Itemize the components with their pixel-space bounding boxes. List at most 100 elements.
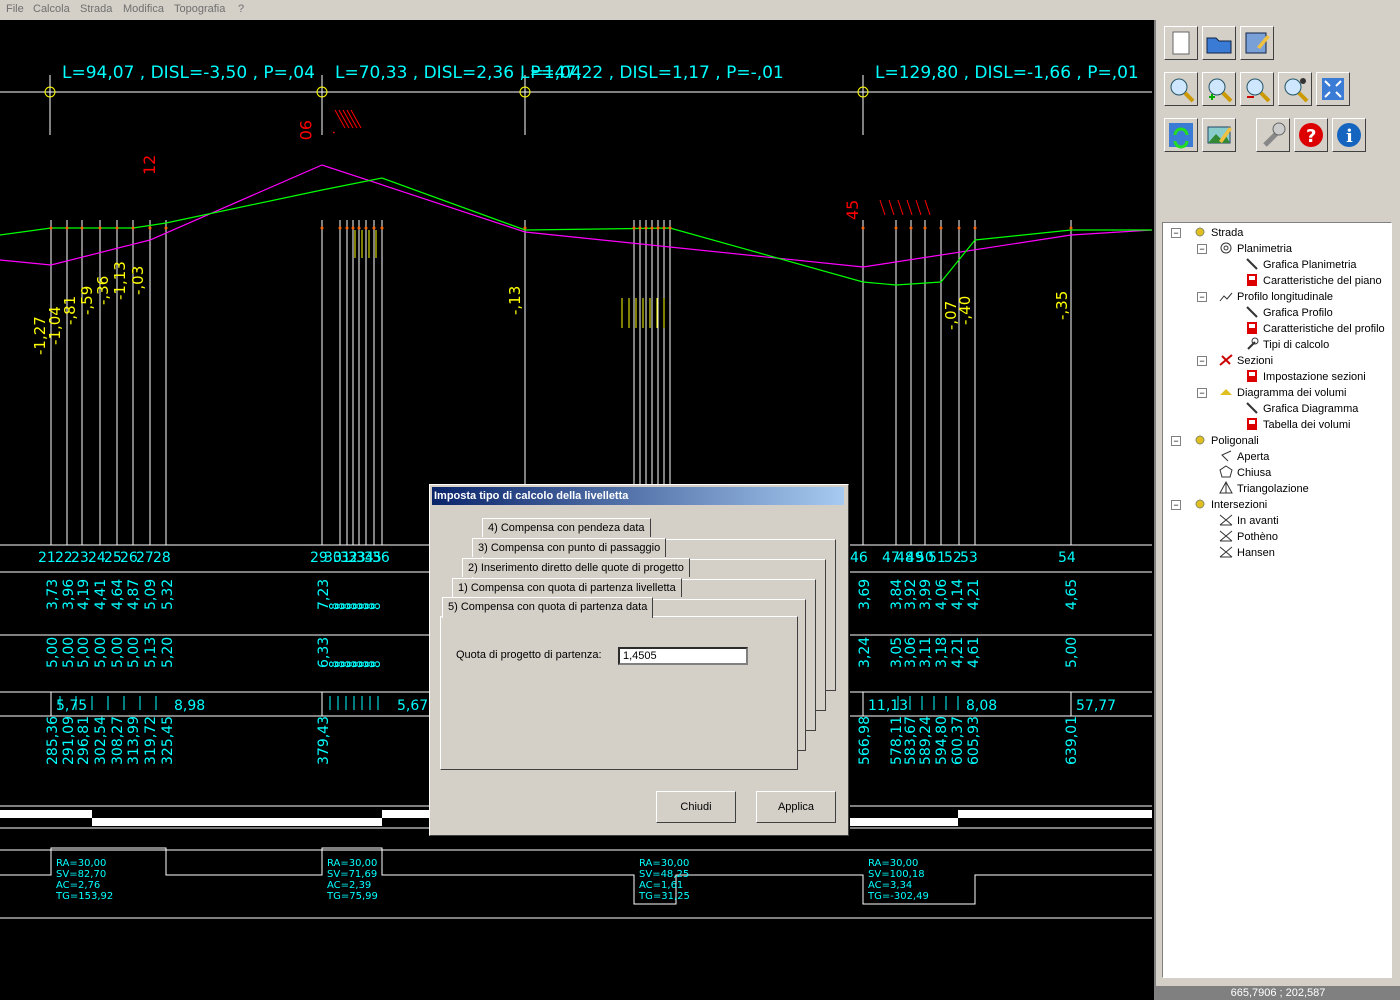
curvature-strip: [958, 810, 1152, 818]
zoom-button[interactable]: [1164, 72, 1198, 106]
menu-modifica[interactable]: Modifica: [123, 3, 164, 15]
closed-polygon-icon: [1219, 465, 1233, 478]
section-point: [939, 226, 943, 230]
tree-item-in-avanti[interactable]: In avanti: [1219, 513, 1279, 529]
section-point: [65, 226, 69, 230]
terrain-value: 3,92: [903, 579, 919, 610]
start-elevation-input[interactable]: [618, 647, 748, 665]
settings-button[interactable]: [1256, 118, 1290, 152]
section-point: [923, 226, 927, 230]
curve-tg: TG=75,99: [326, 891, 378, 902]
tree-collapse-toggle[interactable]: −: [1197, 388, 1207, 398]
menu-bar: File Calcola Strada Modifica Topografia …: [0, 0, 1400, 21]
close-button[interactable]: Chiudi: [656, 791, 736, 823]
red-label-cluster: ·: [326, 130, 343, 135]
tree-item-intersezioni[interactable]: Intersezioni: [1193, 497, 1267, 513]
tree-item-diagramma-dei-volumi[interactable]: Diagramma dei volumi: [1219, 385, 1346, 401]
menu-help[interactable]: ?: [238, 3, 244, 15]
terrain-value: 4,19: [76, 579, 92, 610]
tree-item-strada[interactable]: Strada: [1193, 225, 1243, 241]
section-point: [632, 226, 636, 230]
menu-topografia[interactable]: Topografia: [174, 3, 225, 15]
help-button[interactable]: ?: [1294, 118, 1328, 152]
project-value: 5,00: [110, 637, 126, 668]
progressive-distance: 594,80: [934, 716, 950, 765]
new-file-button[interactable]: [1164, 26, 1198, 60]
save-edit-icon: [1245, 32, 1270, 54]
tab-compensa-punto[interactable]: 3) Compensa con punto di passaggio: [472, 538, 667, 557]
tree-item-profilo-longitudinale[interactable]: Profilo longitudinale: [1219, 289, 1333, 305]
progressive-distance: 600,37: [950, 716, 966, 765]
tree-collapse-toggle[interactable]: −: [1197, 356, 1207, 366]
tree-collapse-toggle[interactable]: −: [1171, 500, 1181, 510]
tree-item-grafica-diagramma[interactable]: Grafica Diagramma: [1245, 401, 1358, 417]
tree-item-caratteristiche-del-piano[interactable]: Caratteristiche del piano: [1245, 273, 1382, 289]
tree-collapse-toggle[interactable]: −: [1171, 436, 1181, 446]
tree-item-label: Aperta: [1237, 451, 1270, 463]
tree-item-label: Planimetria: [1237, 243, 1293, 255]
info-button[interactable]: i: [1332, 118, 1366, 152]
project-value: 4,61: [966, 637, 982, 668]
section-point: [338, 226, 342, 230]
curve-ra: RA=30,00: [56, 858, 106, 869]
red-label: 45: [843, 200, 862, 220]
tree-item-label: Tabella dei volumi: [1263, 419, 1351, 431]
progressive-distance: 325,45: [160, 716, 176, 765]
tab-compensa-pendenza[interactable]: 4) Compensa con pendeza data: [482, 518, 651, 537]
tree-collapse-toggle[interactable]: −: [1197, 244, 1207, 254]
curve-ac: AC=2,76: [56, 880, 100, 891]
tree-item-tabella-dei-volumi[interactable]: Tabella dei volumi: [1245, 417, 1350, 433]
tree-item-label: Triangolazione: [1237, 483, 1309, 495]
zoom-extents-button[interactable]: [1316, 72, 1350, 106]
open-folder-button[interactable]: [1202, 26, 1236, 60]
tree-item-aperta[interactable]: Aperta: [1219, 449, 1269, 465]
tab-inserimento-diretto[interactable]: 2) Inserimento diretto delle quote di pr…: [462, 558, 690, 577]
cluster-digit: 8: [369, 602, 383, 610]
tab-quota-partenza-data[interactable]: 5) Compensa con quota di partenza data: [442, 597, 654, 618]
tree-item-tipi-di-calcolo[interactable]: Tipi di calcolo: [1245, 337, 1329, 353]
menu-strada[interactable]: Strada: [80, 3, 112, 15]
tree-item-label: Hansen: [1237, 547, 1275, 559]
picture-button[interactable]: [1202, 118, 1236, 152]
tree-item-label: Chiusa: [1237, 467, 1272, 479]
apply-button[interactable]: Applica: [756, 791, 836, 823]
tree-item-grafica-planimetria[interactable]: Grafica Planimetria: [1245, 257, 1357, 273]
volume-icon: [1220, 389, 1232, 395]
zoom-out-button[interactable]: [1240, 72, 1274, 106]
section-number: 36: [372, 550, 390, 566]
tree-item-poth-no[interactable]: Pothèno: [1219, 529, 1278, 545]
menu-calcola[interactable]: Calcola: [33, 3, 70, 15]
tree-collapse-toggle[interactable]: −: [1171, 228, 1181, 238]
tree-item-sezioni[interactable]: Sezioni: [1219, 353, 1273, 369]
yellow-label: -,40: [956, 296, 974, 325]
tab-quota-partenza-livelletta[interactable]: 1) Compensa con quota di partenza livell…: [452, 578, 682, 597]
progressive-distance: 566,98: [857, 716, 873, 765]
section-point: [656, 226, 660, 230]
gear-icon: [1195, 499, 1205, 509]
project-value: 5,00: [93, 637, 109, 668]
project-tree[interactable]: Strada − Planimetria − Grafica Planimetria Ca…: [1162, 222, 1392, 978]
menu-file[interactable]: File: [6, 3, 24, 15]
tree-item-impostazione-sezioni[interactable]: Impostazione sezioni: [1245, 369, 1366, 385]
tree-item-triangolazione[interactable]: Triangolazione: [1219, 481, 1309, 497]
tree-item-caratteristiche-del-profilo[interactable]: Caratteristiche del profilo: [1245, 321, 1385, 337]
tree-collapse-toggle[interactable]: −: [1197, 292, 1207, 302]
tree-item-label: Intersezioni: [1211, 499, 1268, 511]
curve-sv: SV=48,25: [639, 869, 689, 880]
tree-item-chiusa[interactable]: Chiusa: [1219, 465, 1271, 481]
zoom-extents-icon: [1322, 78, 1344, 100]
alignment-diagram: [0, 847, 1152, 905]
refresh-button[interactable]: [1164, 118, 1198, 152]
tree-item-grafica-profilo[interactable]: Grafica Profilo: [1245, 305, 1333, 321]
section-number: 21: [38, 550, 56, 566]
yellow-label: -,03: [129, 266, 147, 295]
zoom-in-button[interactable]: [1202, 72, 1236, 106]
tree-item-hansen[interactable]: Hansen: [1219, 545, 1275, 561]
section-point: [894, 226, 898, 230]
section-point: [861, 226, 865, 230]
terrain-value: 4,64: [110, 579, 126, 610]
tree-item-poligonali[interactable]: Poligonali: [1193, 433, 1259, 449]
save-edit-button[interactable]: [1240, 26, 1274, 60]
tree-item-planimetria[interactable]: Planimetria: [1219, 241, 1292, 257]
zoom-window-button[interactable]: [1278, 72, 1312, 106]
